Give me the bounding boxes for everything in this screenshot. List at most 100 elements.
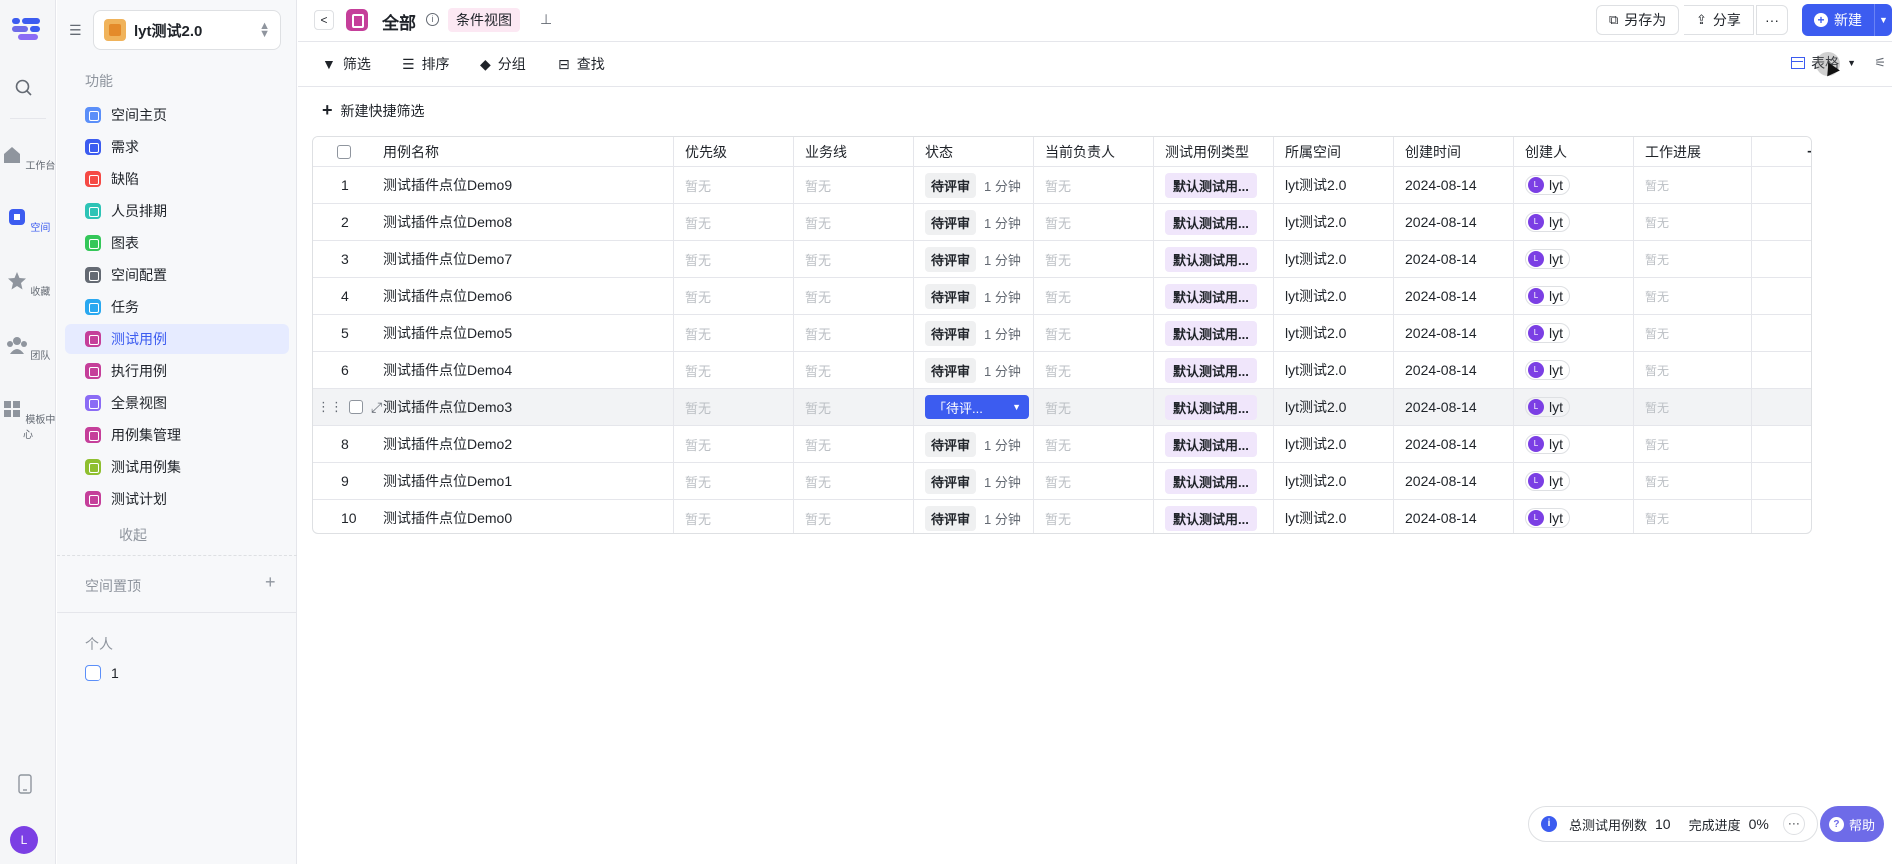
owner-cell[interactable]: 暂无 — [1035, 426, 1071, 462]
owner-cell[interactable]: 暂无 — [1035, 389, 1071, 425]
creator-cell[interactable]: Llyt — [1515, 241, 1570, 277]
column-header[interactable]: 测试用例类型 — [1155, 137, 1249, 166]
select-all-checkbox[interactable] — [337, 144, 351, 159]
search-icon[interactable] — [14, 78, 34, 98]
space-cell[interactable]: lyt测试2.0 — [1275, 463, 1346, 499]
created-date-cell[interactable]: 2024-08-14 — [1395, 241, 1477, 277]
priority-cell[interactable]: 暂无 — [675, 167, 711, 203]
case-type-cell[interactable]: 默认测试用... — [1155, 278, 1257, 314]
progress-cell[interactable]: 暂无 — [1635, 315, 1669, 351]
table-row[interactable]: 8 测试插件点位Demo2 暂无 暂无 待评审 1 分钟 暂无 默认测试用... lyt测试2.… — [313, 426, 1811, 463]
table-row[interactable]: 10 测试插件点位Demo0 暂无 暂无 待评审 1 分钟 暂无 默认测试用... lyt测试2… — [313, 500, 1811, 533]
progress-cell[interactable]: 暂无 — [1635, 167, 1669, 203]
progress-cell[interactable]: 暂无 — [1635, 463, 1669, 499]
created-date-cell[interactable]: 2024-08-14 — [1395, 389, 1477, 425]
case-name[interactable]: 测试插件点位Demo9 — [373, 167, 512, 203]
rail-item-workbench[interactable]: 工作台 — [0, 144, 56, 172]
add-pinned-icon[interactable]: + — [265, 572, 276, 593]
sidebar-item[interactable]: 图表 — [65, 228, 289, 258]
column-header[interactable]: 用例名称 — [373, 137, 439, 166]
filter-button[interactable]: ▼ 筛选 — [322, 54, 371, 74]
project-switcher[interactable]: lyt测试2.0 ▲ ▼ — [93, 10, 281, 50]
case-type-cell[interactable]: 默认测试用... — [1155, 167, 1257, 203]
owner-cell[interactable]: 暂无 — [1035, 278, 1071, 314]
collapse-link[interactable]: 收起 — [65, 520, 289, 550]
creator-cell[interactable]: Llyt — [1515, 463, 1570, 499]
sidebar-collapse-icon[interactable]: ☰ — [69, 22, 85, 38]
table-row[interactable]: 5 测试插件点位Demo5 暂无 暂无 待评审 1 分钟 暂无 默认测试用... lyt测试2.… — [313, 315, 1811, 352]
column-header[interactable]: 业务线 — [795, 137, 847, 166]
sidebar-item[interactable]: 任务 — [65, 292, 289, 322]
progress-cell[interactable]: 暂无 — [1635, 241, 1669, 277]
case-type-cell[interactable]: 默认测试用... — [1155, 463, 1257, 499]
creator-cell[interactable]: Llyt — [1515, 389, 1570, 425]
new-button[interactable]: + 新建 ▼ — [1802, 4, 1892, 36]
priority-cell[interactable]: 暂无 — [675, 500, 711, 533]
column-header[interactable]: 创建人 — [1515, 137, 1567, 166]
creator-cell[interactable]: Llyt — [1515, 426, 1570, 462]
status-dropdown[interactable]: 「待评... ▼ — [925, 395, 1029, 419]
table-row[interactable]: 9 测试插件点位Demo1 暂无 暂无 待评审 1 分钟 暂无 默认测试用... lyt测试2.… — [313, 463, 1811, 500]
business-line-cell[interactable]: 暂无 — [795, 500, 831, 533]
creator-cell[interactable]: Llyt — [1515, 278, 1570, 314]
rail-item-favorites[interactable]: 收藏 — [0, 270, 56, 298]
creator-cell[interactable]: Llyt — [1515, 500, 1570, 533]
case-name[interactable]: 测试插件点位Demo3 — [373, 389, 512, 425]
case-type-cell[interactable]: 默认测试用... — [1155, 315, 1257, 351]
space-cell[interactable]: lyt测试2.0 — [1275, 352, 1346, 388]
business-line-cell[interactable]: 暂无 — [795, 463, 831, 499]
case-type-cell[interactable]: 默认测试用... — [1155, 204, 1257, 240]
creator-cell[interactable]: Llyt — [1515, 352, 1570, 388]
status-cell[interactable]: 待评审 1 分钟 — [915, 204, 1021, 240]
sidebar-item[interactable]: 测试用例 — [65, 324, 289, 354]
case-name[interactable]: 测试插件点位Demo5 — [373, 315, 512, 351]
status-cell[interactable]: 「待评... ▼ — [915, 389, 1029, 425]
space-cell[interactable]: lyt测试2.0 — [1275, 278, 1346, 314]
personal-item-1[interactable]: 1 — [65, 658, 289, 688]
owner-cell[interactable]: 暂无 — [1035, 463, 1071, 499]
created-date-cell[interactable]: 2024-08-14 — [1395, 426, 1477, 462]
pin-icon[interactable]: ⊥ — [540, 11, 552, 28]
column-header[interactable]: 优先级 — [675, 137, 727, 166]
add-column-button[interactable]: + — [1783, 137, 1811, 167]
case-name[interactable]: 测试插件点位Demo7 — [373, 241, 512, 277]
more-button[interactable]: ··· — [1756, 5, 1788, 35]
sidebar-item[interactable]: 空间配置 — [65, 260, 289, 290]
business-line-cell[interactable]: 暂无 — [795, 426, 831, 462]
status-cell[interactable]: 待评审 1 分钟 — [915, 500, 1021, 533]
table-row[interactable]: 3 测试插件点位Demo7 暂无 暂无 待评审 1 分钟 暂无 默认测试用... lyt测试2.… — [313, 241, 1811, 278]
sidebar-item[interactable]: 用例集管理 — [65, 420, 289, 450]
progress-cell[interactable]: 暂无 — [1635, 500, 1669, 533]
find-button[interactable]: ⊟ 查找 — [558, 54, 605, 74]
case-type-cell[interactable]: 默认测试用... — [1155, 352, 1257, 388]
space-cell[interactable]: lyt测试2.0 — [1275, 500, 1346, 533]
status-cell[interactable]: 待评审 1 分钟 — [915, 315, 1021, 351]
sidebar-item[interactable]: 执行用例 — [65, 356, 289, 386]
table-row[interactable]: ⋮⋮ ⤢ 测试插件点位Demo3 暂无 暂无 「待评... ▼ 暂无 默认测试用... lyt测试… — [313, 389, 1811, 426]
column-header[interactable]: 状态 — [915, 137, 953, 166]
case-name[interactable]: 测试插件点位Demo4 — [373, 352, 512, 388]
priority-cell[interactable]: 暂无 — [675, 352, 711, 388]
table-row[interactable]: 4 测试插件点位Demo6 暂无 暂无 待评审 1 分钟 暂无 默认测试用... lyt测试2.… — [313, 278, 1811, 315]
row-checkbox[interactable] — [349, 400, 363, 414]
table-row[interactable]: 6 测试插件点位Demo4 暂无 暂无 待评审 1 分钟 暂无 默认测试用... lyt测试2.… — [313, 352, 1811, 389]
creator-cell[interactable]: Llyt — [1515, 315, 1570, 351]
business-line-cell[interactable]: 暂无 — [795, 241, 831, 277]
view-type-badge[interactable]: 条件视图 — [448, 8, 520, 32]
sidebar-item[interactable]: 全景视图 — [65, 388, 289, 418]
space-cell[interactable]: lyt测试2.0 — [1275, 315, 1346, 351]
progress-cell[interactable]: 暂无 — [1635, 352, 1669, 388]
status-cell[interactable]: 待评审 1 分钟 — [915, 278, 1021, 314]
business-line-cell[interactable]: 暂无 — [795, 315, 831, 351]
case-name[interactable]: 测试插件点位Demo8 — [373, 204, 512, 240]
rail-item-team[interactable]: 团队 — [0, 334, 56, 362]
case-name[interactable]: 测试插件点位Demo6 — [373, 278, 512, 314]
owner-cell[interactable]: 暂无 — [1035, 315, 1071, 351]
priority-cell[interactable]: 暂无 — [675, 278, 711, 314]
owner-cell[interactable]: 暂无 — [1035, 352, 1071, 388]
progress-cell[interactable]: 暂无 — [1635, 389, 1669, 425]
sidebar-item[interactable]: 空间主页 — [65, 100, 289, 130]
priority-cell[interactable]: 暂无 — [675, 426, 711, 462]
created-date-cell[interactable]: 2024-08-14 — [1395, 167, 1477, 203]
group-button[interactable]: ◆ 分组 — [480, 54, 526, 74]
